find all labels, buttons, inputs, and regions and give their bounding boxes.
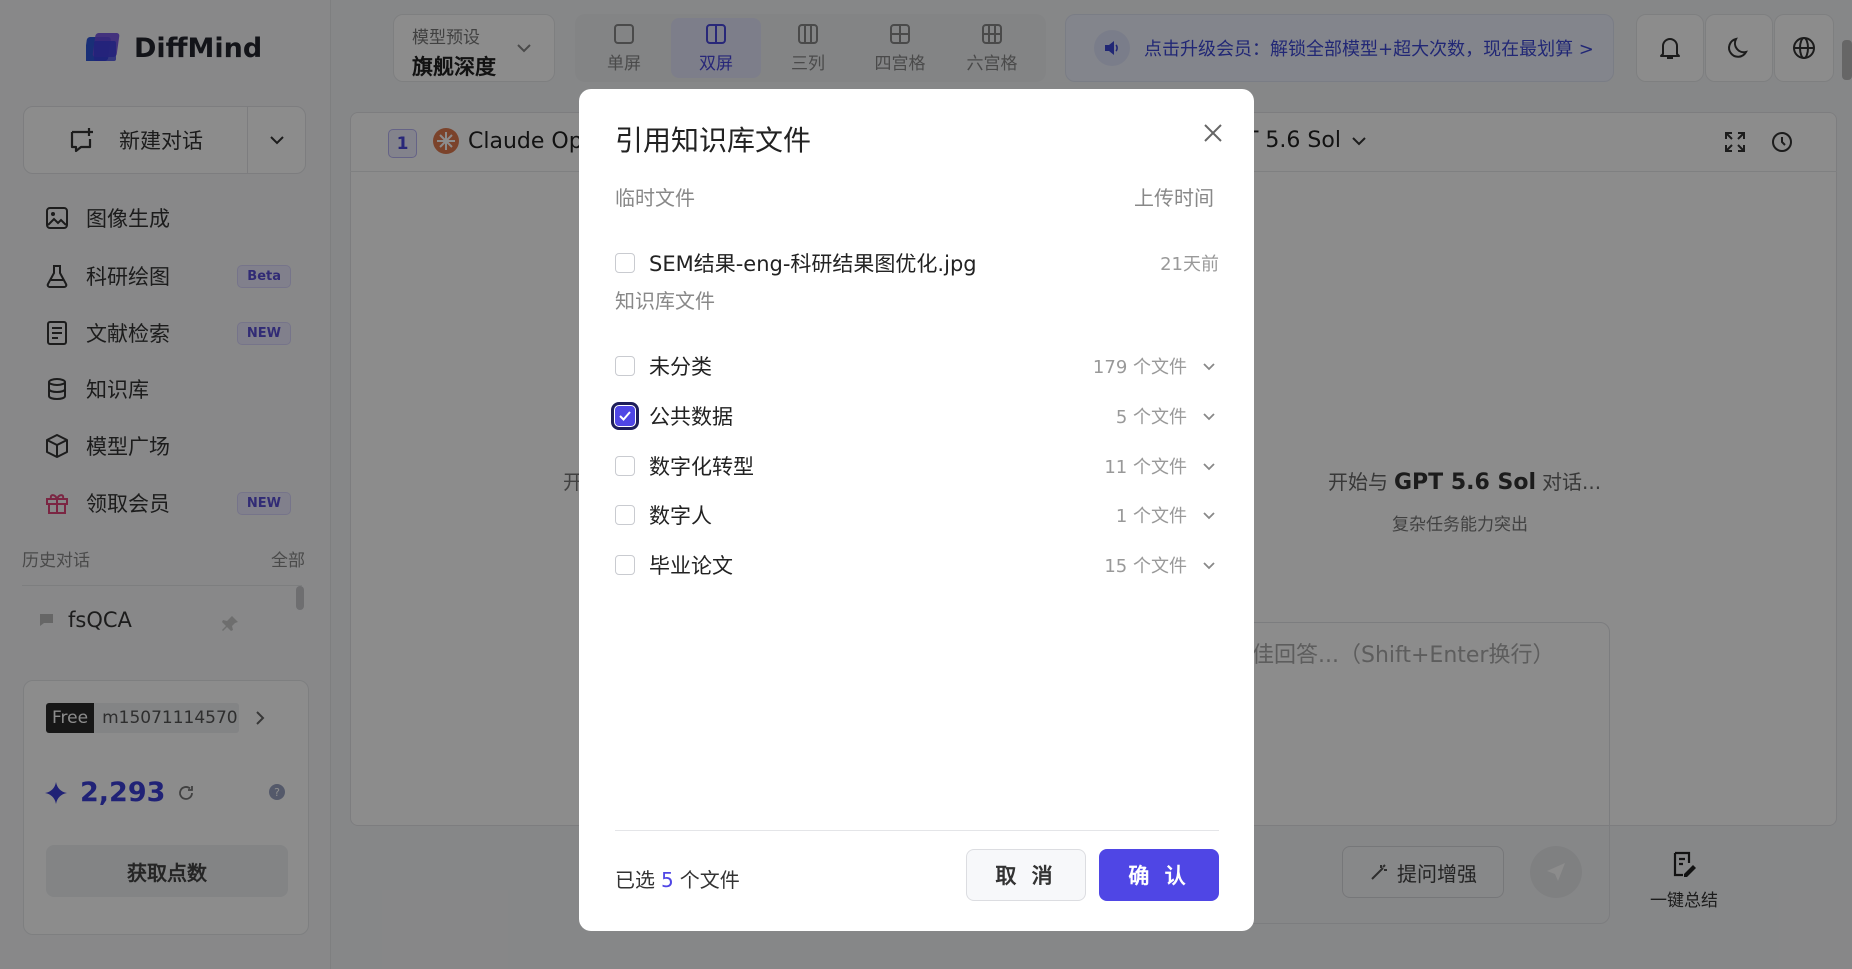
folder-count: 179 个文件: [1092, 357, 1187, 378]
selected-count-text: 已选 5 个文件: [615, 864, 740, 893]
folder-name: 毕业论文: [649, 554, 733, 578]
expand-button[interactable]: [1199, 412, 1219, 421]
upload-time-header: 上传时间: [1134, 186, 1214, 210]
close-button[interactable]: [1199, 119, 1227, 147]
checkbox-checked[interactable]: [611, 402, 639, 430]
selected-prefix: 已选: [615, 868, 655, 892]
divider: [615, 830, 1219, 831]
folder-count: 11 个文件: [1104, 457, 1187, 478]
chevron-down-icon: [1203, 511, 1215, 519]
checkbox[interactable]: [615, 555, 635, 575]
file-time: 21天前: [1160, 254, 1219, 275]
checkbox[interactable]: [615, 456, 635, 476]
folder-name: 数字人: [649, 504, 712, 528]
dialog-title: 引用知识库文件: [615, 124, 812, 157]
checkbox[interactable]: [615, 356, 635, 376]
temp-files-section-label: 临时文件: [615, 186, 695, 210]
expand-button[interactable]: [1199, 561, 1219, 570]
checkbox[interactable]: [615, 505, 635, 525]
close-icon: [1204, 124, 1222, 142]
folder-count: 5 个文件: [1115, 407, 1187, 428]
kb-folder-row[interactable]: 毕业论文 15 个文件: [615, 545, 1219, 585]
expand-button[interactable]: [1199, 462, 1219, 471]
check-icon: [619, 411, 631, 421]
folder-name: 未分类: [649, 355, 712, 379]
cancel-button[interactable]: 取 消: [966, 849, 1086, 901]
folder-name: 公共数据: [649, 405, 733, 429]
confirm-button[interactable]: 确 认: [1099, 849, 1219, 901]
selected-suffix: 个文件: [679, 868, 740, 892]
kb-files-section-label: 知识库文件: [615, 289, 715, 313]
file-name: SEM结果-eng-科研结果图优化.jpg: [649, 252, 977, 276]
kb-folder-row[interactable]: 未分类 179 个文件: [615, 346, 1219, 386]
kb-folder-row[interactable]: 数字人 1 个文件: [615, 495, 1219, 535]
temp-file-row[interactable]: SEM结果-eng-科研结果图优化.jpg 21天前: [615, 243, 1219, 283]
chevron-down-icon: [1203, 412, 1215, 420]
folder-count: 15 个文件: [1104, 556, 1187, 577]
kb-folder-row[interactable]: 公共数据 5 个文件: [611, 396, 1219, 436]
checkbox[interactable]: [615, 253, 635, 273]
folder-count: 1 个文件: [1115, 506, 1187, 527]
chevron-down-icon: [1203, 561, 1215, 569]
selected-count: 5: [661, 868, 674, 892]
expand-button[interactable]: [1199, 362, 1219, 371]
knowledge-file-dialog: 引用知识库文件 临时文件 上传时间 SEM结果-eng-科研结果图优化.jpg …: [579, 89, 1254, 931]
chevron-down-icon: [1203, 362, 1215, 370]
folder-name: 数字化转型: [649, 455, 754, 479]
chevron-down-icon: [1203, 462, 1215, 470]
kb-folder-row[interactable]: 数字化转型 11 个文件: [615, 446, 1219, 486]
expand-button[interactable]: [1199, 511, 1219, 520]
